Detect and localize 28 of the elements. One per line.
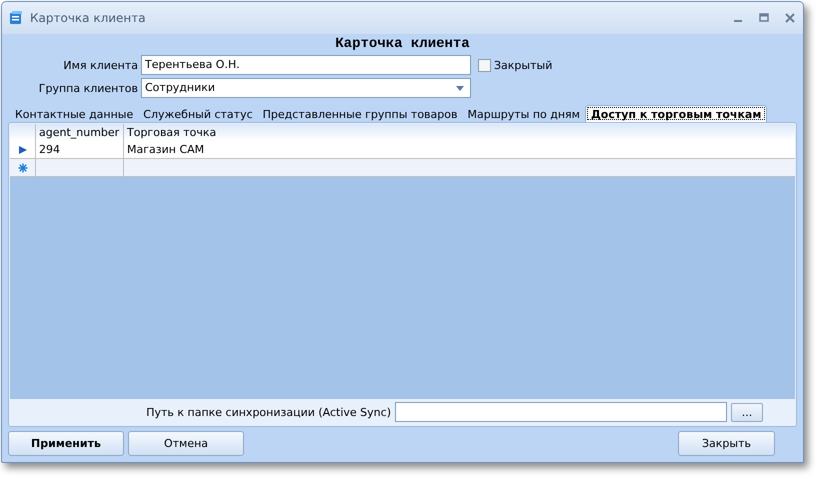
- field-label: Группа клиентов: [38, 82, 138, 94]
- name-field[interactable]: Терентьева О.Н.: [141, 55, 471, 75]
- maximize-icon[interactable]: [757, 11, 771, 25]
- dialog-button[interactable]: Отмена: [128, 431, 244, 456]
- table-cell: Магазин САМ: [127, 143, 204, 156]
- tab[interactable]: Служебный статус: [138, 107, 258, 122]
- tab[interactable]: Маршруты по дням: [462, 107, 585, 122]
- new-row-icon: [18, 162, 28, 172]
- form-heading: Карточка клиента: [334, 35, 471, 53]
- current-row-icon: [18, 144, 28, 154]
- checkbox[interactable]: [478, 58, 491, 72]
- tab[interactable]: Доступ к торговым точкам: [584, 105, 768, 122]
- window-title: Карточка клиента: [30, 11, 147, 25]
- checkbox-label: Закрытый: [494, 58, 552, 72]
- dropdown-arrow-icon: [456, 86, 464, 90]
- column-header[interactable]: Торговая точка: [124, 124, 795, 141]
- field-label: Путь к папке синхронизации (Active Sync): [146, 406, 391, 418]
- close-button[interactable]: Закрыть: [678, 431, 775, 456]
- tab[interactable]: Контактные данные: [10, 107, 138, 122]
- close-icon[interactable]: [783, 11, 797, 25]
- app-icon: [8, 10, 24, 26]
- browse-button[interactable]: ...: [731, 402, 763, 422]
- sync-path-field[interactable]: [395, 402, 727, 422]
- tab[interactable]: Представленные группы товаров: [258, 107, 462, 122]
- table-cell: 294: [39, 143, 60, 156]
- group-dropdown[interactable]: Сотрудники: [141, 78, 471, 98]
- field-label: Имя клиента: [62, 58, 138, 72]
- dialog-button[interactable]: Применить: [8, 431, 124, 456]
